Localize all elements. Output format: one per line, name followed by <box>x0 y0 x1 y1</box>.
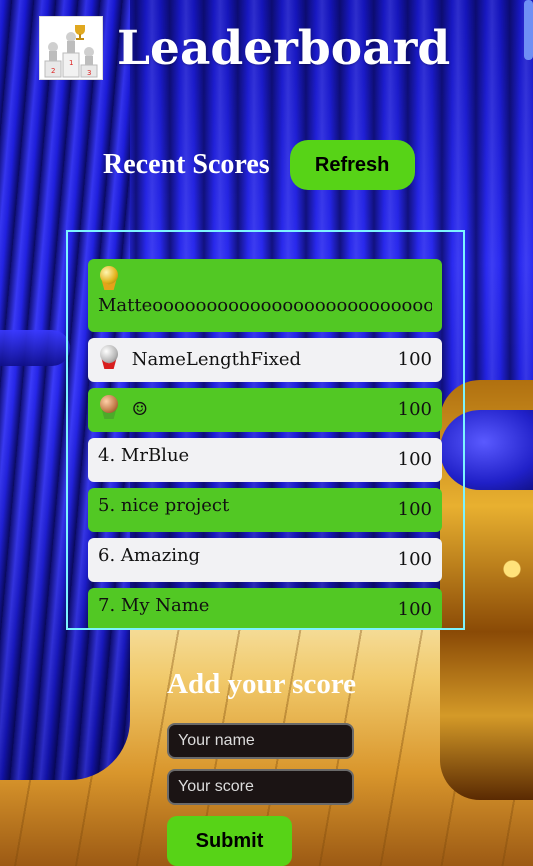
svg-text:1: 1 <box>69 59 73 67</box>
player-name: Matteooooooooooooooooooooooooooooooooo <box>98 295 432 316</box>
player-rank: 4. <box>98 445 116 466</box>
page-header: 2 1 3 Leaderboard <box>39 16 450 80</box>
recent-scores-bar: Recent Scores Refresh <box>103 140 415 190</box>
leaderboard-row-2: NameLengthFixed 100 <box>88 338 442 382</box>
player-name: MrBlue <box>120 445 190 466</box>
player-rank: 6. <box>98 545 116 566</box>
podium-trophy-icon: 2 1 3 <box>39 16 103 80</box>
leaderboard-row-5: 5. nice project 100 <box>88 488 442 532</box>
leaderboard-list[interactable]: Matteooooooooooooooooooooooooooooooooo N… <box>66 230 465 630</box>
player-score: 100 <box>397 599 432 620</box>
leaderboard-row-7: 7. My Name 100 <box>88 588 442 628</box>
player-rank: 5. <box>98 495 116 516</box>
player-name: NameLengthFixed <box>131 349 302 370</box>
leaderboard-row-6: 6. Amazing 100 <box>88 538 442 582</box>
player-score: 100 <box>397 549 432 570</box>
silver-medal-icon <box>98 345 120 369</box>
player-name: nice project <box>120 495 230 516</box>
player-score: 100 <box>397 449 432 470</box>
add-score-heading: Add your score <box>167 668 357 700</box>
svg-text:2: 2 <box>51 67 55 75</box>
player-rank: 7. <box>98 595 116 616</box>
page-title: Leaderboard <box>117 20 451 76</box>
leaderboard-row-1: Matteooooooooooooooooooooooooooooooooo <box>88 259 442 332</box>
leaderboard-row-4: 4. MrBlue 100 <box>88 438 442 482</box>
leaderboard-row-3: ☺ 100 <box>88 388 442 432</box>
name-input[interactable] <box>167 723 354 759</box>
recent-scores-heading: Recent Scores <box>103 149 270 180</box>
player-name: Amazing <box>120 545 201 566</box>
player-name: My Name <box>120 595 210 616</box>
bronze-medal-icon <box>98 395 120 419</box>
score-input[interactable] <box>167 769 354 805</box>
player-score: 100 <box>397 349 432 370</box>
player-score: 100 <box>397 499 432 520</box>
svg-text:3: 3 <box>87 69 91 77</box>
player-name: ☺ <box>131 399 148 420</box>
submit-button[interactable]: Submit <box>167 816 292 866</box>
refresh-button[interactable]: Refresh <box>289 140 415 190</box>
curtain-tieback <box>0 330 70 366</box>
page-scrollbar[interactable] <box>524 0 533 60</box>
player-score: 100 <box>397 399 432 420</box>
gold-medal-icon <box>98 266 120 290</box>
